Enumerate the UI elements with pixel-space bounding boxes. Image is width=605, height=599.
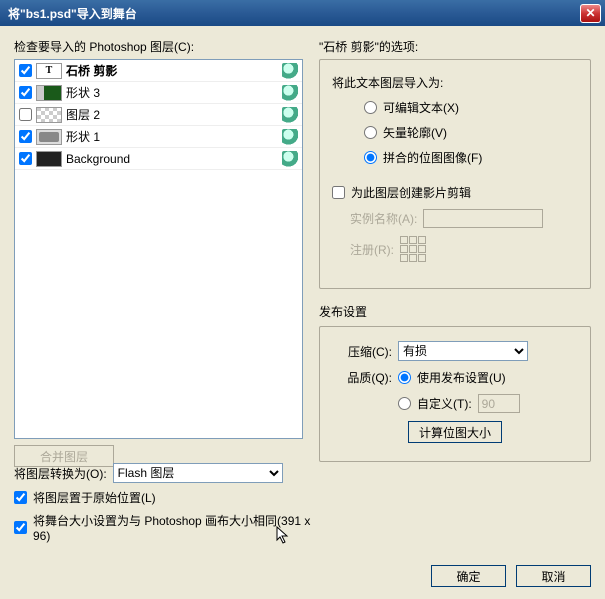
titlebar: 将"bs1.psd"导入到舞台 ✕	[0, 0, 605, 26]
layer-row[interactable]: Background	[15, 148, 302, 170]
close-button[interactable]: ✕	[580, 4, 601, 23]
layer-checkbox[interactable]	[19, 108, 32, 121]
stage-size-checkbox[interactable]	[14, 521, 27, 534]
compress-select[interactable]: 有损	[398, 341, 528, 361]
layer-type-icon	[282, 107, 298, 123]
radio-use-publish-settings[interactable]	[398, 371, 411, 384]
window-title: 将"bs1.psd"导入到舞台	[4, 5, 580, 22]
layer-thumb-icon	[36, 151, 62, 167]
publish-header: 发布设置	[319, 303, 591, 320]
layer-row[interactable]: 图层 2	[15, 104, 302, 126]
publish-group: 压缩(C): 有损 品质(Q): 使用发布设置(U) 自定义(T): 计算位图大…	[319, 326, 591, 462]
layer-list[interactable]: T 石桥 剪影 形状 3 图层 2 形状 1	[14, 59, 303, 439]
calc-bitmap-size-button[interactable]: 计算位图大小	[408, 421, 502, 443]
layer-row[interactable]: 形状 3	[15, 82, 302, 104]
place-original-label: 将图层置于原始位置(L)	[33, 489, 156, 506]
cancel-button[interactable]: 取消	[516, 565, 591, 587]
layer-checkbox[interactable]	[19, 64, 32, 77]
layers-header: 检查要导入的 Photoshop 图层(C):	[14, 38, 303, 55]
layer-name: 形状 3	[66, 84, 278, 101]
ok-button[interactable]: 确定	[431, 565, 506, 587]
instance-name-input	[423, 209, 543, 228]
layer-thumb-icon	[36, 85, 62, 101]
registration-grid-icon	[400, 236, 426, 262]
import-as-group: 将此文本图层导入为: 可编辑文本(X) 矢量轮廓(V) 拼合的位图图像(F) 为…	[319, 59, 591, 289]
registration-label: 注册(R):	[350, 241, 394, 258]
import-as-label: 将此文本图层导入为:	[332, 74, 578, 91]
instance-name-label: 实例名称(A):	[350, 210, 417, 227]
layer-thumb-icon	[36, 129, 62, 145]
radio-editable-text[interactable]	[364, 101, 377, 114]
radio-vector-outline[interactable]	[364, 126, 377, 139]
layer-type-icon	[282, 85, 298, 101]
layer-checkbox[interactable]	[19, 152, 32, 165]
radio-flat-bitmap-label: 拼合的位图图像(F)	[383, 149, 482, 166]
layer-thumb-text-icon: T	[36, 63, 62, 79]
layer-type-icon	[282, 151, 298, 167]
create-movieclip-label: 为此图层创建影片剪辑	[351, 184, 471, 201]
radio-use-publish-label: 使用发布设置(U)	[417, 369, 506, 386]
radio-custom-quality[interactable]	[398, 397, 411, 410]
layer-type-icon	[282, 63, 298, 79]
place-original-checkbox[interactable]	[14, 491, 27, 504]
radio-custom-quality-label: 自定义(T):	[417, 395, 472, 412]
radio-editable-text-label: 可编辑文本(X)	[383, 99, 459, 116]
layer-type-icon	[282, 129, 298, 145]
quality-label: 品质(Q):	[332, 369, 392, 386]
convert-layers-select[interactable]: Flash 图层	[113, 463, 283, 483]
layer-thumb-icon	[36, 107, 62, 123]
layer-name: Background	[66, 152, 278, 166]
layer-name: 图层 2	[66, 106, 278, 123]
create-movieclip-checkbox[interactable]	[332, 186, 345, 199]
convert-layers-label: 将图层转换为(O):	[14, 465, 107, 482]
stage-size-label: 将舞台大小设置为与 Photoshop 画布大小相同(391 x 96)	[33, 512, 324, 543]
dialog-footer: 确定 取消	[431, 565, 591, 587]
layer-name: 石桥 剪影	[66, 62, 278, 79]
layer-checkbox[interactable]	[19, 130, 32, 143]
layer-name: 形状 1	[66, 128, 278, 145]
layer-checkbox[interactable]	[19, 86, 32, 99]
compress-label: 压缩(C):	[332, 343, 392, 360]
radio-vector-outline-label: 矢量轮廓(V)	[383, 124, 447, 141]
layer-row[interactable]: T 石桥 剪影	[15, 60, 302, 82]
custom-quality-input	[478, 394, 520, 413]
radio-flat-bitmap[interactable]	[364, 151, 377, 164]
layer-row[interactable]: 形状 1	[15, 126, 302, 148]
options-for-label: "石桥 剪影"的选项:	[319, 38, 591, 55]
